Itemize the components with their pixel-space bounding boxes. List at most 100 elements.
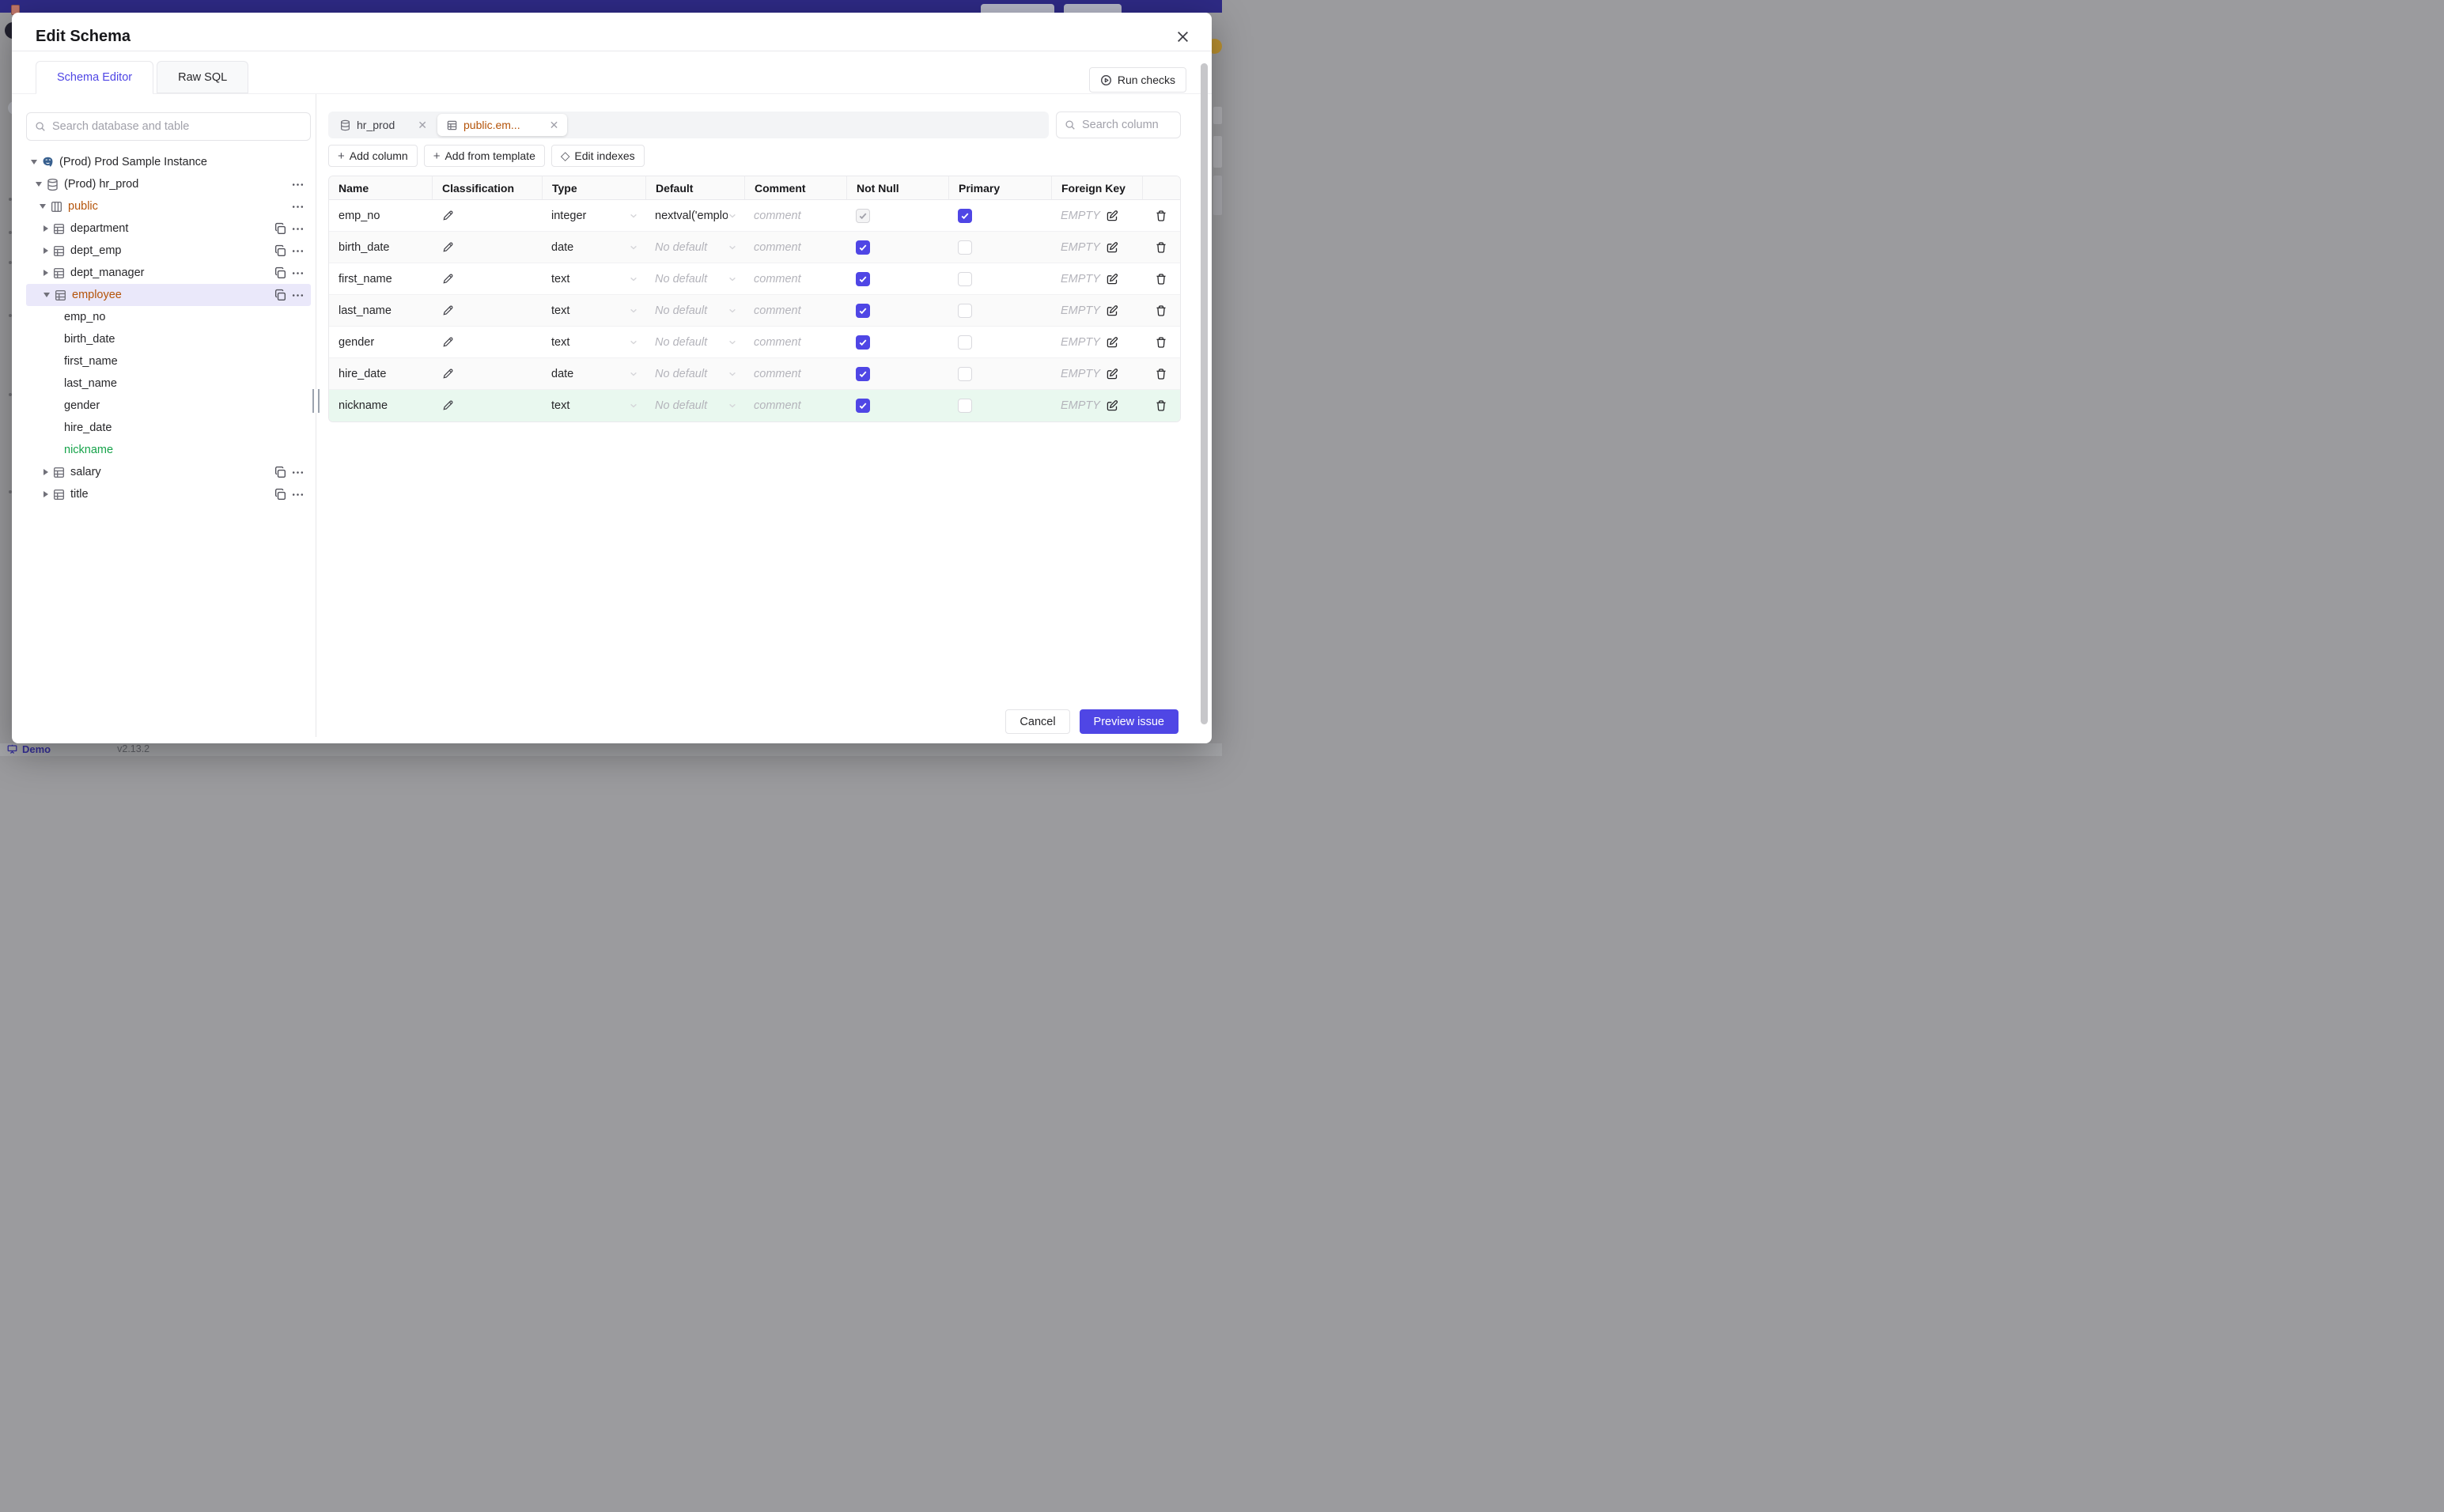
cell-classification[interactable] (432, 200, 542, 231)
checkbox-checked-disabled[interactable] (856, 208, 870, 223)
tree-item-hire_date[interactable]: hire_date (26, 417, 311, 439)
trash-icon[interactable] (1155, 304, 1167, 317)
caret-right-icon[interactable] (44, 491, 48, 497)
tree-item-last_name[interactable]: last_name (26, 372, 311, 395)
add-from-template-button[interactable]: + Add from template (423, 145, 545, 167)
cell-classification[interactable] (432, 232, 542, 263)
tree-item-dept_manager[interactable]: dept_manager (26, 262, 311, 284)
cell-name[interactable]: emp_no (329, 200, 432, 231)
pencil-icon[interactable] (441, 336, 454, 349)
edit-square-icon[interactable] (1106, 368, 1118, 380)
caret-right-icon[interactable] (44, 270, 48, 276)
copy-icon[interactable] (274, 488, 287, 501)
cell-comment[interactable]: comment (744, 295, 846, 326)
edit-square-icon[interactable] (1106, 210, 1118, 222)
checkbox-checked[interactable] (856, 303, 870, 318)
tab-schema-editor[interactable]: Schema Editor (36, 61, 154, 94)
cell-type[interactable]: text (542, 327, 645, 357)
cell-classification[interactable] (432, 263, 542, 294)
cell-type[interactable]: date (542, 358, 645, 389)
checkbox-unchecked[interactable] (958, 366, 972, 381)
copy-icon[interactable] (274, 244, 287, 258)
run-checks-button[interactable]: Run checks (1088, 67, 1186, 93)
checkbox-checked[interactable] (856, 366, 870, 381)
caret-down-icon[interactable] (44, 293, 50, 297)
pencil-icon[interactable] (441, 399, 454, 412)
checkbox-unchecked[interactable] (958, 303, 972, 318)
ellipsis-menu-icon[interactable] (291, 222, 305, 236)
edit-square-icon[interactable] (1106, 336, 1118, 349)
cell-classification[interactable] (432, 358, 542, 389)
trash-icon[interactable] (1155, 210, 1167, 222)
cell-name[interactable]: birth_date (329, 232, 432, 263)
trash-icon[interactable] (1155, 241, 1167, 254)
pencil-icon[interactable] (441, 241, 454, 254)
cell-name[interactable]: nickname (329, 390, 432, 421)
column-search-input[interactable] (1082, 119, 1172, 131)
caret-down-icon[interactable] (36, 182, 42, 187)
checkbox-checked[interactable] (856, 240, 870, 255)
cell-comment[interactable]: comment (744, 390, 846, 421)
cancel-button[interactable]: Cancel (1005, 709, 1070, 734)
tree-item-public[interactable]: public (26, 195, 311, 217)
tree-item-birth_date[interactable]: birth_date (26, 328, 311, 350)
ellipsis-menu-icon[interactable] (291, 289, 305, 302)
cell-name[interactable]: last_name (329, 295, 432, 326)
cell-type[interactable]: date (542, 232, 645, 263)
trash-icon[interactable] (1155, 399, 1167, 412)
cell-comment[interactable]: comment (744, 263, 846, 294)
tree-item--prod-hr_prod[interactable]: (Prod) hr_prod (26, 173, 311, 195)
cell-default[interactable]: No default (645, 263, 744, 294)
caret-down-icon[interactable] (40, 204, 46, 209)
tree-item-gender[interactable]: gender (26, 395, 311, 417)
edit-square-icon[interactable] (1106, 241, 1118, 254)
trash-icon[interactable] (1155, 273, 1167, 285)
tree-item-department[interactable]: department (26, 217, 311, 240)
preview-issue-button[interactable]: Preview issue (1079, 709, 1178, 734)
checkbox-unchecked[interactable] (958, 335, 972, 350)
cell-name[interactable]: first_name (329, 263, 432, 294)
tab-raw-sql[interactable]: Raw SQL (157, 61, 249, 93)
cell-default[interactable]: nextval('employ (645, 200, 744, 231)
editor-tab-public.em...[interactable]: public.em... ✕ (437, 114, 568, 136)
ellipsis-menu-icon[interactable] (291, 266, 305, 280)
cell-type[interactable]: text (542, 390, 645, 421)
checkbox-unchecked[interactable] (958, 240, 972, 255)
tree-item-first_name[interactable]: first_name (26, 350, 311, 372)
ellipsis-menu-icon[interactable] (291, 488, 305, 501)
ellipsis-menu-icon[interactable] (291, 244, 305, 258)
cell-classification[interactable] (432, 390, 542, 421)
editor-tab-hr_prod[interactable]: hr_prod ✕ (331, 114, 436, 136)
cell-comment[interactable]: comment (744, 327, 846, 357)
cell-default[interactable]: No default (645, 358, 744, 389)
cell-default[interactable]: No default (645, 327, 744, 357)
cell-comment[interactable]: comment (744, 200, 846, 231)
checkbox-checked[interactable] (856, 271, 870, 286)
ellipsis-menu-icon[interactable] (291, 200, 305, 214)
checkbox-unchecked[interactable] (958, 271, 972, 286)
cell-default[interactable]: No default (645, 295, 744, 326)
add-column-button[interactable]: + Add column (328, 145, 418, 167)
pencil-icon[interactable] (441, 210, 454, 222)
trash-icon[interactable] (1155, 368, 1167, 380)
copy-icon[interactable] (274, 266, 287, 280)
ellipsis-menu-icon[interactable] (291, 178, 305, 191)
pencil-icon[interactable] (441, 273, 454, 285)
ellipsis-menu-icon[interactable] (291, 466, 305, 479)
cell-name[interactable]: gender (329, 327, 432, 357)
pencil-icon[interactable] (441, 304, 454, 317)
tree-item-nickname[interactable]: nickname (26, 439, 311, 461)
copy-icon[interactable] (274, 289, 287, 302)
cell-default[interactable]: No default (645, 390, 744, 421)
cell-name[interactable]: hire_date (329, 358, 432, 389)
caret-down-icon[interactable] (31, 160, 37, 164)
close-tab-icon[interactable]: ✕ (418, 119, 427, 132)
caret-right-icon[interactable] (44, 225, 48, 232)
trash-icon[interactable] (1155, 336, 1167, 349)
close-tab-icon[interactable]: ✕ (550, 119, 559, 132)
cell-classification[interactable] (432, 295, 542, 326)
edit-indexes-button[interactable]: ◇ Edit indexes (550, 145, 645, 167)
close-button[interactable] (1172, 26, 1193, 47)
edit-square-icon[interactable] (1106, 304, 1118, 317)
checkbox-unchecked[interactable] (958, 399, 972, 413)
